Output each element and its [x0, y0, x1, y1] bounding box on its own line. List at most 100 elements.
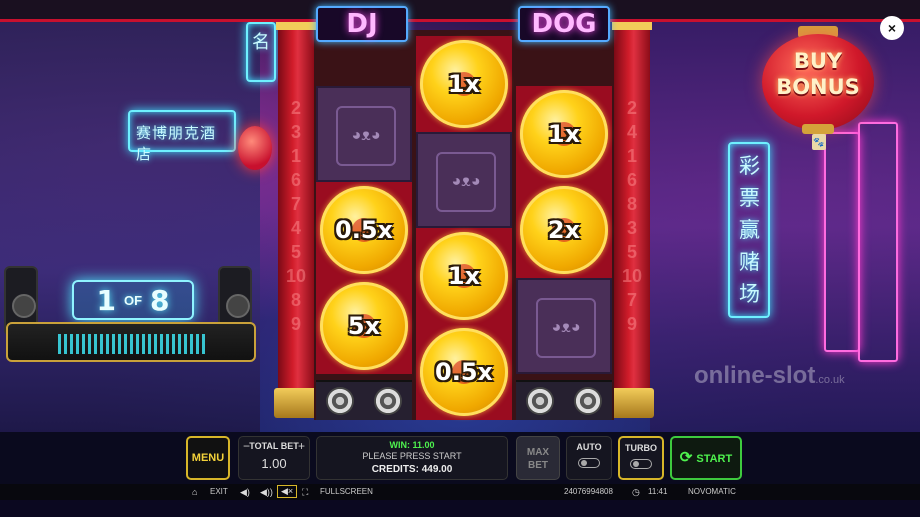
- free-spins-total: 8: [150, 283, 170, 317]
- watermark-suffix: .co.uk: [815, 374, 845, 386]
- total-bet-value: 1.00: [261, 456, 287, 471]
- pillar-number: 4: [626, 122, 637, 142]
- pillar-number: 5: [290, 242, 301, 262]
- pillar-number: 2: [626, 98, 637, 118]
- control-panel: MENU − + TOTAL BET 1.00 WIN: 11.00 PLEAS…: [0, 432, 920, 484]
- buy-bonus-line2: BONUS: [776, 75, 860, 99]
- max-bet-button[interactable]: MAX BET: [516, 436, 560, 480]
- top-frame: [0, 0, 920, 22]
- start-label: START: [696, 453, 733, 465]
- exit-link[interactable]: EXIT: [210, 487, 228, 496]
- pillar-number: 10: [621, 266, 643, 286]
- clock-icon: ◷: [632, 487, 640, 497]
- bet-increase-button[interactable]: +: [298, 439, 305, 453]
- start-button[interactable]: ⟳ START: [670, 436, 742, 480]
- sound-low-icon[interactable]: ◀): [240, 487, 250, 498]
- left-buildings: [0, 22, 260, 432]
- turbo-button[interactable]: TURBO: [618, 436, 664, 480]
- reel-1: ◕ᴥ◕ 0.5x 5x: [316, 30, 412, 420]
- pillar-cap: [276, 22, 316, 30]
- dog-icon: ◕ᴥ◕: [336, 106, 396, 166]
- fullscreen-icon[interactable]: ⛶: [302, 487, 308, 498]
- pillar-number: 1: [290, 146, 301, 166]
- reel-area: ◕ᴥ◕ 0.5x 5x 1x ◕ᴥ◕ 1x 0.5x 1x 2x ◕ᴥ◕: [314, 30, 614, 420]
- close-button[interactable]: ×: [880, 16, 904, 40]
- coin-symbol: 1x: [416, 228, 512, 324]
- pillar-number: 8: [626, 194, 637, 214]
- coin-multiplier: 2x: [547, 216, 581, 244]
- auto-button[interactable]: AUTO: [566, 436, 612, 480]
- buy-bonus-button[interactable]: 🐾 BUY BONUS: [758, 20, 878, 150]
- mute-icon[interactable]: ◀×: [277, 485, 298, 498]
- pillar-number: 2: [290, 98, 301, 118]
- coin-disc: 5x: [320, 282, 408, 370]
- pillar-number: 10: [285, 266, 307, 286]
- pillar-number: 9: [290, 314, 301, 334]
- speaker-row: [516, 380, 612, 420]
- turbo-label: TURBO: [625, 443, 657, 453]
- pillar-number: 6: [626, 170, 637, 190]
- pillar-number: 7: [626, 290, 637, 310]
- pillar-cap: [612, 22, 652, 30]
- left-pillar: 2 3 1 6 7 4 5 10 8 9: [274, 22, 318, 418]
- coin-disc: 2x: [520, 186, 608, 274]
- turbo-toggle[interactable]: [630, 459, 652, 469]
- lantern-cap: [802, 124, 834, 134]
- coin-multiplier: 0.5x: [435, 358, 493, 386]
- pillar-base: [274, 388, 318, 418]
- speaker-icon: [574, 387, 602, 415]
- pillar-number: 1: [626, 146, 637, 166]
- coin-symbol: 0.5x: [316, 182, 412, 278]
- free-spins-current: 1: [96, 283, 116, 317]
- neon-sign-top: 名: [246, 22, 276, 82]
- sound-high-icon[interactable]: ◀)): [260, 487, 273, 498]
- info-panel: WIN: 11.00 PLEASE PRESS START CREDITS: 4…: [316, 436, 508, 480]
- buy-bonus-label: BUY BONUS: [758, 48, 878, 100]
- coin-disc: 0.5x: [320, 186, 408, 274]
- coin-symbol: 2x: [516, 182, 612, 278]
- win-amount: WIN: 11.00: [389, 440, 435, 450]
- pillar-base: [610, 388, 654, 418]
- fullscreen-link[interactable]: FULLSCREEN: [320, 487, 373, 496]
- status-bar: ⌂ EXIT ◀) ◀)) ◀× ⛶ FULLSCREEN 2407699480…: [0, 484, 920, 500]
- coin-symbol: 1x: [516, 86, 612, 182]
- coin-disc: 1x: [420, 40, 508, 128]
- menu-button[interactable]: MENU: [186, 436, 230, 480]
- coin-multiplier: 1x: [447, 70, 481, 98]
- pillar-number: 4: [290, 218, 301, 238]
- reel-2: 1x ◕ᴥ◕ 1x 0.5x: [416, 30, 512, 420]
- pillar-number: 9: [626, 314, 637, 334]
- pillar-number: 8: [290, 290, 301, 310]
- pillar-numbers-left: 2 3 1 6 7 4 5 10 8 9: [278, 96, 314, 336]
- coin-symbol: 5x: [316, 278, 412, 374]
- coin-multiplier: 5x: [347, 312, 381, 340]
- empty-symbol: ◕ᴥ◕: [316, 86, 412, 182]
- neon-door: [858, 122, 898, 362]
- bottom-bar: [0, 500, 920, 517]
- coin-symbol: 0.5x: [416, 324, 512, 420]
- credits-value: CREDITS: 449.00: [371, 464, 453, 475]
- empty-symbol: ◕ᴥ◕: [416, 132, 512, 228]
- empty-symbol: ◕ᴥ◕: [516, 278, 612, 374]
- lantern-icon: [238, 126, 272, 170]
- coin-symbol: 1x: [416, 36, 512, 132]
- status-message: PLEASE PRESS START: [362, 451, 462, 461]
- clock-time: 11:41: [648, 487, 668, 496]
- speaker-row: [316, 380, 412, 420]
- auto-label: AUTO: [576, 442, 602, 452]
- bet-decrease-button[interactable]: −: [243, 439, 250, 453]
- coin-multiplier: 1x: [547, 120, 581, 148]
- paw-icon: 🐾: [812, 134, 826, 150]
- brand-logo: NOVOMATIC: [688, 487, 736, 496]
- auto-toggle[interactable]: [578, 458, 600, 468]
- dj-deck: [6, 322, 256, 362]
- speaker-icon: [326, 387, 354, 415]
- buy-bonus-line1: BUY: [793, 49, 843, 73]
- coin-disc: 0.5x: [420, 328, 508, 416]
- neon-door: [824, 132, 860, 352]
- max-bet-line2: BET: [528, 460, 548, 471]
- home-icon[interactable]: ⌂: [192, 487, 197, 497]
- dog-icon: ◕ᴥ◕: [436, 152, 496, 212]
- coin-disc: 1x: [420, 232, 508, 320]
- pillar-number: 7: [290, 194, 301, 214]
